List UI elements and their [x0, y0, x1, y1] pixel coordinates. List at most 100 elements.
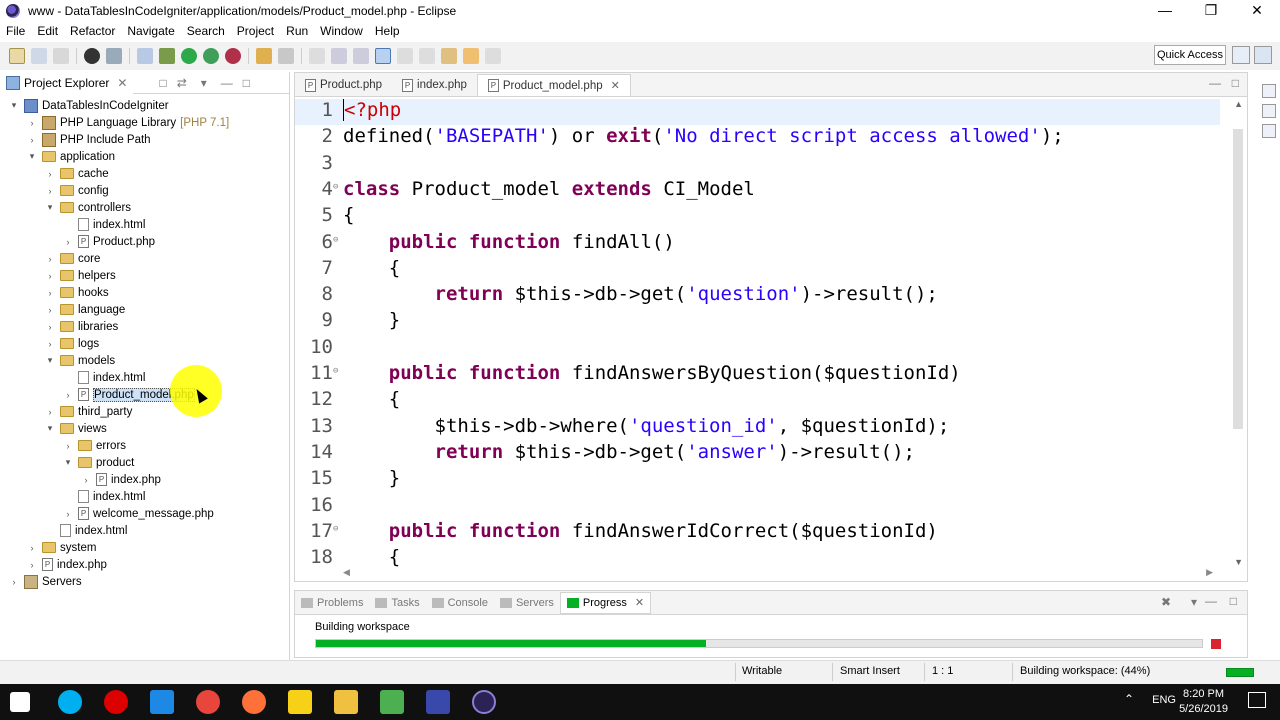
tree-item[interactable]: ▾ models — [0, 352, 289, 369]
tree-item[interactable]: ▾ controllers — [0, 199, 289, 216]
tree-item[interactable]: › Pwelcome_message.php — [0, 505, 289, 522]
notification-icon[interactable] — [1248, 692, 1266, 708]
editor-tab[interactable]: Pindex.php — [392, 74, 477, 96]
view-menu-icon[interactable]: ▾ — [201, 76, 207, 90]
fold-icon[interactable]: ⊖ — [333, 366, 338, 376]
close-button[interactable]: ✕ — [1234, 0, 1280, 22]
fold-icon[interactable]: ⊖ — [333, 524, 338, 534]
maximize-view-icon[interactable]: □ — [243, 76, 250, 90]
quick-access-field[interactable]: Quick Access — [1154, 45, 1226, 65]
collapsed-icon[interactable]: › — [44, 407, 56, 417]
restore-icon[interactable] — [1262, 124, 1276, 138]
forward-icon[interactable] — [485, 48, 501, 64]
bottom-tab-progress[interactable]: Progress ✕ — [559, 591, 652, 614]
annotation-icon[interactable] — [309, 48, 325, 64]
code-editor[interactable]: 1 <?php 2 defined('BASEPATH') or exit('No d… — [295, 99, 1220, 569]
tree-item[interactable]: › P Product_model.php — [0, 386, 289, 403]
expanded-icon[interactable]: ▾ — [44, 202, 56, 213]
code-line[interactable]: 17 ⊖ public function findAnswerIdCorrect(… — [295, 520, 1220, 546]
tree-item[interactable]: › config — [0, 182, 289, 199]
tree-item[interactable]: › third_party — [0, 403, 289, 420]
status-progress-icon[interactable] — [1226, 668, 1254, 677]
tree-item[interactable]: ▾ DataTablesInCodeIgniter — [0, 97, 289, 114]
menu-search[interactable]: Search — [181, 24, 231, 38]
file-explorer-icon[interactable] — [334, 690, 358, 714]
tree-item[interactable]: › libraries — [0, 318, 289, 335]
language-indicator[interactable]: ENG — [1152, 694, 1176, 706]
maximize-button[interactable]: ❐ — [1188, 0, 1234, 22]
tree-item[interactable]: ▾ views — [0, 420, 289, 437]
skip-breakpoints-icon[interactable] — [137, 48, 153, 64]
collapsed-icon[interactable]: › — [80, 475, 92, 485]
editor-horizontal-scrollbar[interactable]: ◀ ▶ — [343, 567, 1213, 579]
link-editor-icon[interactable]: ⇄ — [177, 76, 187, 90]
prev-annotation-icon[interactable] — [419, 48, 435, 64]
bottom-tab-servers[interactable]: Servers — [494, 597, 560, 609]
notepad-plus-icon[interactable] — [380, 690, 404, 714]
collapsed-icon[interactable]: › — [26, 543, 38, 553]
minimize-editor-icon[interactable]: — — [1209, 76, 1221, 90]
skype-icon[interactable] — [58, 690, 82, 714]
collapsed-icon[interactable]: › — [44, 169, 56, 179]
menu-navigate[interactable]: Navigate — [121, 24, 180, 38]
collapse-all-icon[interactable]: □ — [159, 76, 166, 90]
clock[interactable]: 8:20 PM 5/26/2019 — [1179, 687, 1228, 717]
menu-window[interactable]: Window — [314, 24, 369, 38]
code-line[interactable]: 9 } — [295, 309, 1220, 335]
tree-item[interactable]: › P Product.php — [0, 233, 289, 250]
collapsed-icon[interactable]: › — [44, 339, 56, 349]
scroll-thumb[interactable] — [1233, 129, 1243, 429]
tree-item[interactable]: › cache — [0, 165, 289, 182]
collapsed-icon[interactable]: › — [8, 577, 20, 587]
code-line[interactable]: 4 ⊖ class Product_model extends CI_Model — [295, 178, 1220, 204]
code-line[interactable]: 5{ — [295, 204, 1220, 230]
next-annotation-icon[interactable] — [397, 48, 413, 64]
opera-icon[interactable] — [104, 690, 128, 714]
tree-item[interactable]: › Pindex.php — [0, 471, 289, 488]
edge-icon[interactable] — [150, 690, 174, 714]
code-line[interactable]: 13 $this->db->where('question_id', $ques… — [295, 415, 1220, 441]
tree-item[interactable]: › Pindex.php — [0, 556, 289, 573]
expanded-icon[interactable]: ▾ — [26, 151, 38, 162]
outline-icon[interactable] — [1262, 84, 1276, 98]
tree-item[interactable]: › core — [0, 250, 289, 267]
collapsed-icon[interactable]: › — [62, 441, 74, 451]
run-icon[interactable] — [181, 48, 197, 64]
tray-chevron-icon[interactable]: ⌃ — [1124, 692, 1134, 706]
menu-edit[interactable]: Edit — [31, 24, 64, 38]
windows-start-icon[interactable] — [10, 692, 30, 712]
new-icon[interactable] — [9, 48, 25, 64]
menu-help[interactable]: Help — [369, 24, 406, 38]
tree-item[interactable]: › PHP Include Path — [0, 131, 289, 148]
back-icon[interactable] — [463, 48, 479, 64]
collapsed-icon[interactable]: › — [26, 135, 38, 145]
view-menu-icon[interactable]: ▾ — [1191, 595, 1197, 609]
debug-run-icon[interactable] — [159, 48, 175, 64]
fold-icon[interactable]: ⊖ — [333, 182, 338, 192]
perspective-open-icon[interactable] — [1232, 46, 1250, 64]
menu-refactor[interactable]: Refactor — [64, 24, 121, 38]
tree-item[interactable]: › language — [0, 301, 289, 318]
code-line[interactable]: 8 return $this->db->get('question')->res… — [295, 283, 1220, 309]
save-app-icon[interactable] — [426, 690, 450, 714]
expanded-icon[interactable]: ▾ — [44, 423, 56, 434]
tree-item[interactable]: index.html — [0, 522, 289, 539]
expanded-icon[interactable]: ▾ — [8, 100, 20, 111]
coverage-icon[interactable] — [203, 48, 219, 64]
toggle-block-icon[interactable] — [331, 48, 347, 64]
stop-icon[interactable] — [1211, 639, 1221, 649]
eclipse-taskbar-icon[interactable] — [472, 690, 496, 714]
search-icon[interactable] — [278, 48, 294, 64]
code-line[interactable]: 16 — [295, 494, 1220, 520]
code-line[interactable]: 1 <?php — [295, 99, 1220, 125]
save-all-icon[interactable] — [53, 48, 69, 64]
editor-tab[interactable]: P Product_model.php ✕ — [476, 74, 631, 96]
bottom-tab-console[interactable]: Console — [426, 597, 494, 609]
firefox-icon[interactable] — [242, 690, 266, 714]
tree-item[interactable]: › system — [0, 539, 289, 556]
collapsed-icon[interactable]: › — [44, 186, 56, 196]
tree-item[interactable]: › hooks — [0, 284, 289, 301]
tree-item[interactable]: › Servers — [0, 573, 289, 590]
collapsed-icon[interactable]: › — [44, 254, 56, 264]
code-line[interactable]: 6 ⊖ public function findAll() — [295, 231, 1220, 257]
